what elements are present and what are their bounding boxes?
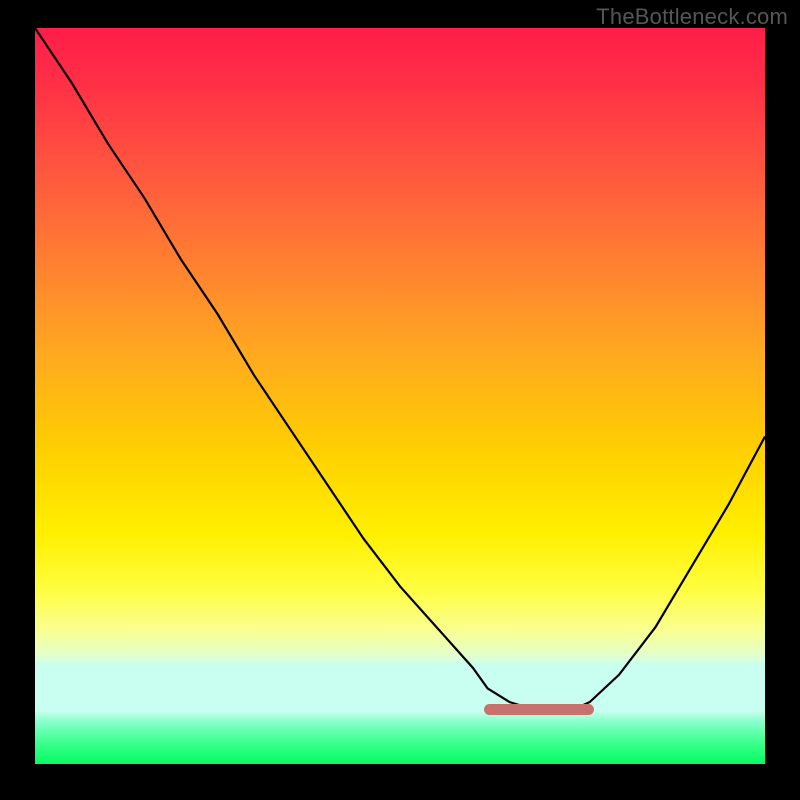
- bottleneck-curve: [35, 28, 765, 764]
- plot-area: [35, 28, 765, 764]
- chart-frame: TheBottleneck.com: [0, 0, 800, 800]
- watermark-text: TheBottleneck.com: [596, 4, 788, 30]
- minimum-marker: [484, 704, 594, 715]
- curve-path: [35, 28, 765, 709]
